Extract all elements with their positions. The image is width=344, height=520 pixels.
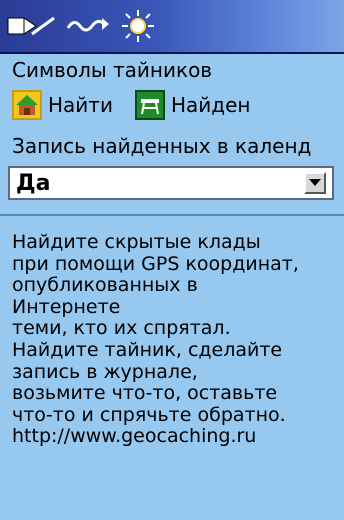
found-symbol-label: Найден (170, 93, 251, 117)
tab-setup[interactable] (120, 8, 156, 44)
found-symbol-button[interactable]: Найден (134, 86, 255, 124)
calendar-log-select[interactable]: Да (8, 166, 334, 200)
sun-icon (122, 10, 154, 42)
dropdown-arrow-icon[interactable] (304, 172, 326, 194)
route-icon (66, 18, 109, 32)
cache-symbols-row: Найти Найден (12, 86, 254, 124)
geocache-icon (12, 90, 42, 120)
geocache-description: Найдите скрытые клады при помощи GPS коо… (12, 231, 299, 448)
find-symbol-label: Найти (48, 93, 113, 117)
waypoint-icon (7, 16, 55, 36)
tab-waypoint[interactable] (6, 8, 56, 44)
tab-bar (0, 0, 344, 54)
find-symbol-button[interactable]: Найти (12, 86, 117, 124)
calendar-log-label: Запись найденных в календ (12, 134, 312, 158)
divider (0, 214, 344, 216)
cache-symbols-label: Символы тайников (12, 58, 213, 82)
calendar-log-value: Да (16, 171, 51, 196)
geocache-found-icon (134, 90, 165, 120)
tab-route[interactable] (66, 8, 110, 44)
